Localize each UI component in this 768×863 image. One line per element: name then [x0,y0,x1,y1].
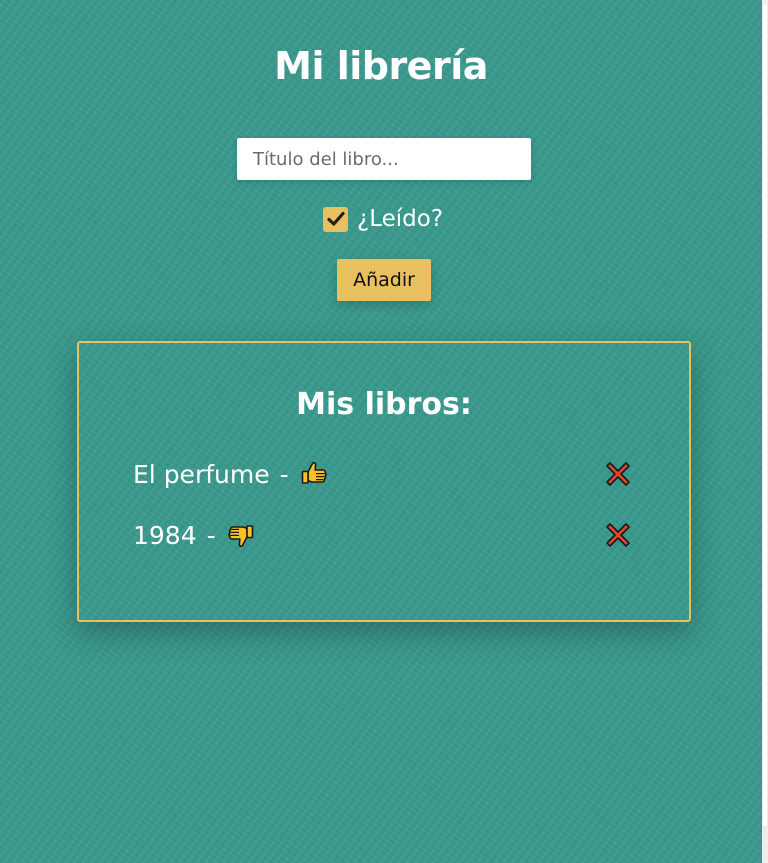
scrollbar[interactable] [762,0,768,863]
checkmark-icon [326,211,345,226]
books-card: Mis libros: El perfume - 1984 - [77,341,691,622]
list-item: El perfume - [133,454,633,494]
cross-mark-icon [606,462,630,486]
scrollbar-thumb[interactable] [763,4,767,826]
read-label: ¿Leído? [357,206,444,232]
list-item: 1984 - [133,515,633,555]
add-book-button[interactable]: Añadir [337,259,431,301]
book-title: 1984 [133,520,197,550]
thumbs-down-icon [226,520,256,550]
delete-book-button[interactable] [603,458,633,490]
cross-mark-icon [606,523,630,547]
delete-book-button[interactable] [603,519,633,551]
book-title: El perfume [133,459,270,489]
book-separator: - [279,459,289,489]
book-separator: - [206,520,216,550]
thumbs-up-icon [299,459,329,489]
read-checkbox[interactable] [323,206,348,232]
read-checkbox-row[interactable]: ¿Leído? [323,203,443,235]
page-title: Mi librería [274,44,488,88]
books-heading: Mis libros: [296,387,472,422]
book-title-input[interactable] [237,138,531,180]
